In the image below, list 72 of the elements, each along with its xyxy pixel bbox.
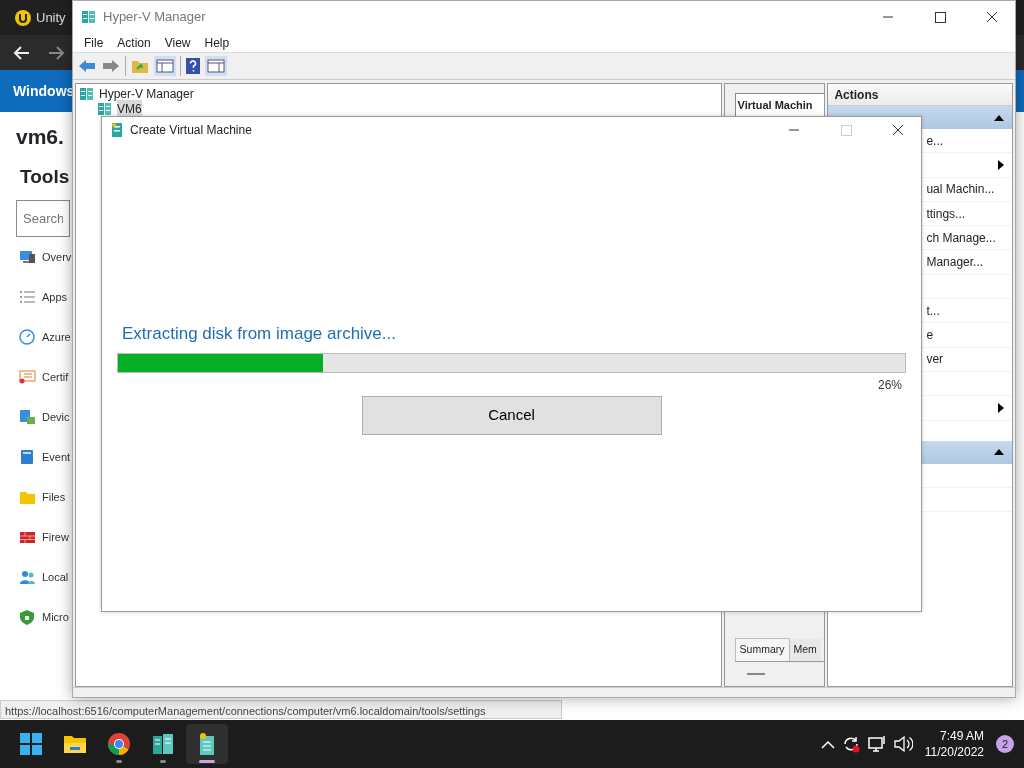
back-icon[interactable] — [12, 44, 30, 61]
tool-label[interactable]: Azure — [42, 328, 71, 346]
tool-label[interactable]: Micro — [42, 608, 69, 626]
taskbar-app[interactable] — [186, 724, 228, 764]
forward-icon[interactable] — [48, 44, 66, 61]
tab[interactable]: Mem — [789, 639, 821, 661]
tool-label[interactable]: Overv — [42, 248, 72, 266]
tab-logo-icon — [14, 8, 32, 27]
pane-command[interactable]: e — [926, 326, 1004, 344]
tool-label[interactable]: Files — [42, 488, 66, 506]
tool-label[interactable]: Local — [42, 568, 69, 586]
status-url: https://localhost:6516/computerManagement/connections/computer/vm6.localdomain/tools/settings — [0, 700, 562, 719]
pane-command[interactable]: ual Machin... — [926, 180, 1004, 199]
search-field[interactable]: Search — [16, 200, 70, 237]
pane-command[interactable]: ver — [926, 350, 1004, 369]
page-heading: vm6. — [16, 124, 64, 150]
server-icon — [81, 9, 97, 25]
column-header: Virtual Machin — [734, 93, 825, 118]
list-icon — [19, 289, 36, 305]
window-title: Hyper-V Manager — [103, 8, 206, 27]
gauge-icon — [19, 329, 36, 345]
windows-logo-icon[interactable] — [19, 732, 43, 756]
forward-icon[interactable] — [101, 57, 121, 75]
pane-toggle-icon[interactable] — [154, 56, 176, 76]
book-icon — [19, 449, 36, 465]
menu-item[interactable]: View — [157, 33, 198, 52]
tool-label[interactable]: Event — [42, 448, 71, 466]
clock-date[interactable]: 11/20/2022 — [924, 744, 984, 760]
help-icon[interactable] — [185, 57, 201, 75]
menu-item[interactable]: Help — [197, 33, 237, 52]
cancel-button[interactable]: Cancel — [361, 395, 662, 435]
pane-command[interactable]: e... — [926, 131, 1004, 150]
tab[interactable]: Summary — [734, 638, 790, 661]
tool-label[interactable]: Apps — [42, 288, 68, 306]
notification-badge[interactable]: 2 — [996, 735, 1014, 753]
clock-time[interactable]: 7:49 AM — [924, 728, 984, 744]
brick-wall-icon — [19, 529, 36, 545]
pane-toggle-icon[interactable] — [205, 56, 227, 76]
certificate-icon — [19, 369, 36, 385]
app-icon — [110, 122, 124, 138]
collapse-icon[interactable] — [746, 672, 765, 676]
status-message: Extracting disk from image archive... — [122, 323, 397, 345]
submenu-arrow-icon[interactable] — [998, 402, 1004, 413]
chevron-up-icon[interactable] — [820, 739, 835, 749]
pane-command[interactable]: Manager... — [926, 253, 1004, 272]
menu-item[interactable]: File — [77, 33, 111, 52]
caret-up-icon — [994, 449, 1004, 456]
pane-command[interactable]: t... — [926, 301, 1004, 320]
tree-item[interactable]: VM6 — [117, 99, 142, 118]
tab-title[interactable]: Unity — [36, 7, 66, 28]
pane-title: Actions — [828, 84, 1012, 106]
folder-icon — [19, 489, 36, 505]
submenu-arrow-icon[interactable] — [998, 159, 1004, 170]
menu-item[interactable]: Action — [110, 33, 158, 52]
pane-command[interactable]: ch Manage... — [926, 228, 1004, 247]
tool-label[interactable]: Certif — [42, 368, 69, 386]
tool-label[interactable]: Devic — [42, 408, 70, 426]
shield-icon — [19, 609, 36, 625]
section-title: Tools — [20, 165, 70, 189]
dialog-title: Create Virtual Machine — [130, 122, 252, 139]
progress-percent: 26% — [877, 376, 902, 394]
tool-label[interactable]: Firew — [42, 528, 69, 546]
devices-icon — [19, 409, 36, 425]
pane-command[interactable]: ttings... — [926, 204, 1004, 223]
volume-icon[interactable] — [892, 734, 913, 754]
network-icon[interactable] — [866, 734, 887, 754]
computer-icon — [19, 249, 36, 265]
browser-icon[interactable] — [107, 732, 131, 756]
server-icon[interactable] — [151, 732, 175, 756]
users-icon — [19, 569, 36, 585]
banner-title: Windows — [13, 81, 75, 101]
caret-up-icon — [994, 114, 1004, 121]
